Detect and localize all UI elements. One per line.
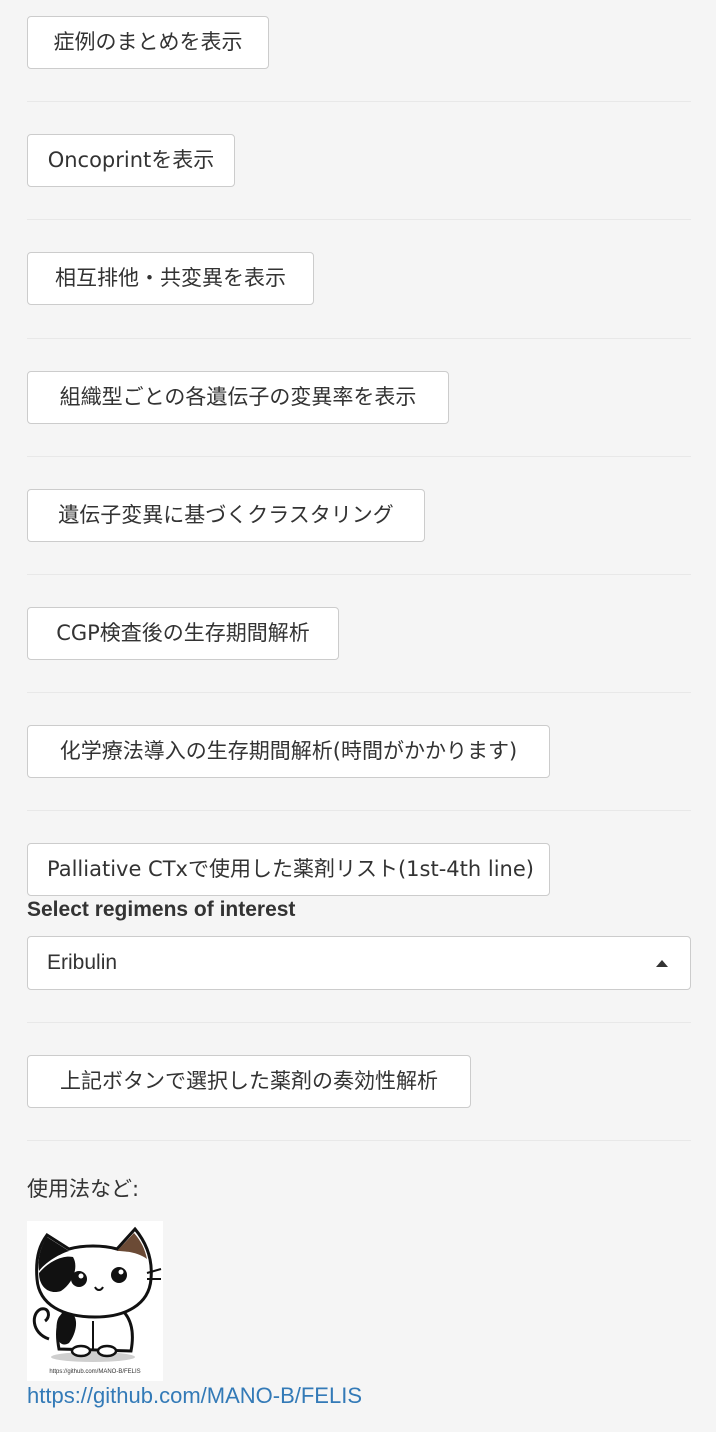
- button-row: 化学療法導入の生存期間解析(時間がかかります): [27, 725, 550, 778]
- show-case-summary-button[interactable]: 症例のまとめを表示: [27, 16, 269, 69]
- drug-response-analysis-button[interactable]: 上記ボタンで選択した薬剤の奏効性解析: [27, 1055, 471, 1108]
- cgp-survival-analysis-button[interactable]: CGP検査後の生存期間解析: [27, 607, 339, 660]
- button-row: 遺伝子変異に基づくクラスタリング: [27, 489, 425, 542]
- caret-up-icon[interactable]: [656, 960, 668, 967]
- button-row: CGP検査後の生存期間解析: [27, 607, 339, 660]
- show-oncoprint-button[interactable]: Oncoprintを表示: [27, 134, 235, 187]
- mutation-clustering-button[interactable]: 遺伝子変異に基づくクラスタリング: [27, 489, 425, 542]
- button-row: 症例のまとめを表示: [27, 16, 269, 69]
- divider: [27, 810, 691, 811]
- button-row: Oncoprintを表示: [27, 134, 235, 187]
- show-mutual-exclusivity-button[interactable]: 相互排他・共変異を表示: [27, 252, 314, 305]
- show-mutation-rate-by-histology-button[interactable]: 組織型ごとの各遺伝子の変異率を表示: [27, 371, 449, 424]
- regimen-select[interactable]: Eribulin: [27, 936, 691, 990]
- palliative-drug-list-button[interactable]: Palliative CTxで使用した薬剤リスト(1st-4th line): [27, 843, 550, 896]
- button-row: Palliative CTxで使用した薬剤リスト(1st-4th line): [27, 843, 550, 896]
- regimen-select-label: Select regimens of interest: [27, 898, 296, 921]
- divider: [27, 101, 691, 102]
- divider: [27, 574, 691, 575]
- cat-logo-image: https://github.com/MANO-B/FELIS: [27, 1221, 163, 1381]
- divider: [27, 338, 691, 339]
- divider: [27, 1140, 691, 1141]
- usage-label: 使用法など:: [27, 1177, 140, 1201]
- logo-caption: https://github.com/MANO-B/FELIS: [49, 1369, 141, 1375]
- regimen-select-value: Eribulin: [47, 951, 118, 974]
- button-row: 相互排他・共変異を表示: [27, 252, 314, 305]
- github-link[interactable]: https://github.com/MANO-B/FELIS: [27, 1383, 362, 1409]
- button-row: 組織型ごとの各遺伝子の変異率を表示: [27, 371, 449, 424]
- button-row: 上記ボタンで選択した薬剤の奏効性解析: [27, 1055, 471, 1108]
- divider: [27, 692, 691, 693]
- chemo-survival-analysis-button[interactable]: 化学療法導入の生存期間解析(時間がかかります): [27, 725, 550, 778]
- divider: [27, 219, 691, 220]
- divider: [27, 1022, 691, 1023]
- divider: [27, 456, 691, 457]
- cat-logo-icon: [32, 1226, 162, 1362]
